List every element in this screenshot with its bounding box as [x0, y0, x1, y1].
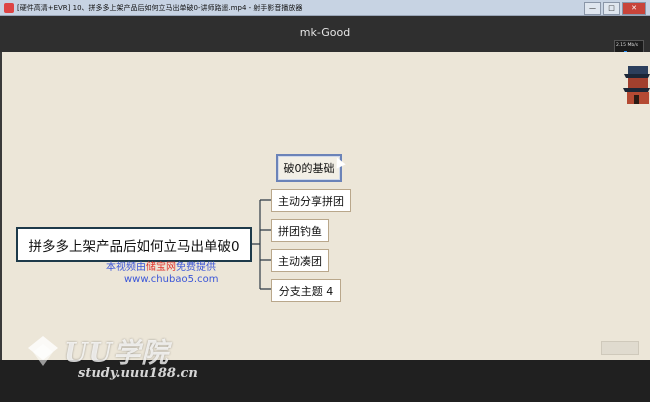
video-header-bar: mk-Good 2.15 Mb/s	[0, 16, 650, 66]
maximize-button[interactable]: □	[603, 1, 620, 15]
window-title: [硬件高清+EVR] 10、拼多多上架产品后如何立马出单破0-讲师路遥.mp4 …	[17, 3, 303, 12]
branch-node-2[interactable]: 拼团钓鱼	[271, 219, 329, 242]
pagoda-icon	[623, 66, 650, 104]
central-topic[interactable]: 拼多多上架产品后如何立马出单破0	[16, 227, 252, 262]
uu-logo-icon	[28, 335, 58, 366]
close-button[interactable]: ✕	[622, 1, 646, 15]
uu-logo-watermark: UU学院	[26, 331, 169, 370]
promo-url: www.chubao5.com	[124, 274, 219, 285]
player-app-icon	[4, 2, 14, 13]
window-controls: — □ ✕	[582, 1, 646, 15]
bitrate-text: 2.15 Mb/s	[616, 43, 639, 48]
uu-watermark-url: study.uuu188.cn	[78, 366, 198, 381]
faint-overlay-button	[601, 341, 639, 355]
branch-node-3[interactable]: 主动凑团	[271, 249, 329, 272]
promo-brand: 储宝网	[146, 262, 176, 273]
video-header-title: mk-Good	[299, 26, 351, 39]
promo-prefix: 本视频由	[106, 262, 146, 273]
root-node[interactable]: 破0的基础	[276, 154, 342, 182]
promo-line-1: 本视频由储宝网免费提供	[106, 262, 226, 274]
title-bar[interactable]: [硬件高清+EVR] 10、拼多多上架产品后如何立马出单破0-讲师路遥.mp4 …	[0, 0, 650, 16]
branch-node-1[interactable]: 主动分享拼团	[271, 189, 351, 212]
minimize-button[interactable]: —	[584, 1, 601, 15]
uu-logo-text: UU学院	[64, 338, 170, 369]
player-window: [硬件高清+EVR] 10、拼多多上架产品后如何立马出单破0-讲师路遥.mp4 …	[0, 0, 650, 402]
promo-text: 本视频由储宝网免费提供 www.chubao5.com	[106, 262, 226, 286]
branch-node-4[interactable]: 分支主题 4	[271, 279, 341, 302]
promo-suffix: 免费提供	[176, 262, 216, 273]
